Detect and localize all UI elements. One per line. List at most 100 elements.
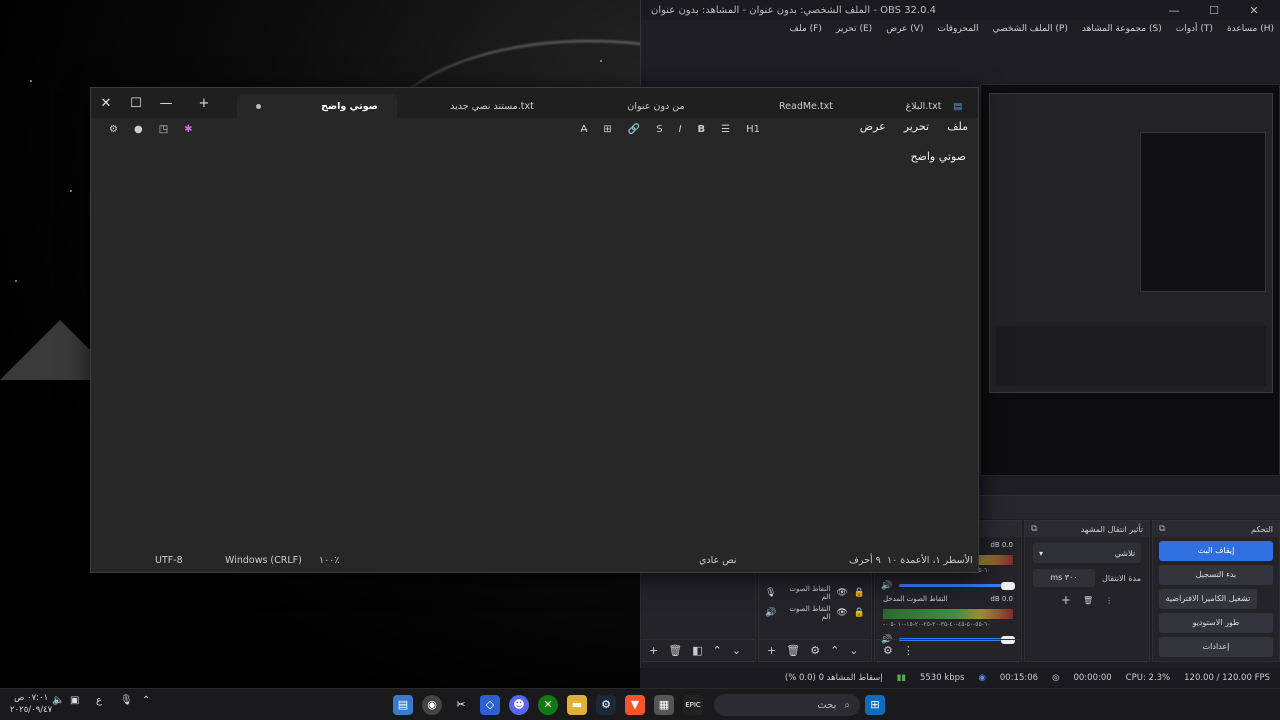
menu-profile[interactable]: الملف الشخصي (P) bbox=[993, 24, 1068, 34]
file-explorer-icon[interactable]: ▬ bbox=[567, 695, 587, 715]
dock-float-icon[interactable]: ⧉ bbox=[1159, 524, 1165, 534]
filter-icon[interactable]: ◧ bbox=[692, 644, 702, 657]
menu-tools[interactable]: أدوات (T) bbox=[1176, 24, 1213, 34]
volume-icon[interactable]: 🔈 bbox=[52, 695, 64, 706]
move-up-icon[interactable]: ⌃ bbox=[713, 644, 722, 657]
link-icon[interactable]: 🔗 bbox=[628, 124, 640, 135]
source-label: التقاط الصوت الم bbox=[789, 585, 831, 601]
lock-icon[interactable]: 🔒 bbox=[854, 588, 865, 598]
store-icon[interactable]: ▦ bbox=[654, 695, 674, 715]
trash-icon[interactable]: 🗑 bbox=[668, 644, 682, 657]
chevron-up-icon[interactable]: ⌃ bbox=[142, 695, 150, 706]
mixer-settings-icon[interactable]: ⚙ bbox=[883, 644, 893, 657]
start-button[interactable]: ⊞ bbox=[865, 695, 885, 715]
account-icon[interactable]: ● bbox=[134, 124, 143, 135]
zoom-level[interactable]: ١٠٠٪ bbox=[319, 555, 339, 566]
italic-icon[interactable]: I bbox=[679, 124, 682, 135]
menu-help[interactable]: مساعدة (H) bbox=[1227, 24, 1274, 34]
start-recording-button[interactable]: بدء التسجيل bbox=[1159, 565, 1273, 585]
minimize-icon[interactable]: — bbox=[151, 96, 181, 111]
capcut-icon[interactable]: ✂ bbox=[451, 695, 471, 715]
add-icon[interactable]: + bbox=[649, 644, 658, 657]
notepad-taskbar-icon[interactable]: ▤ bbox=[393, 695, 413, 715]
tab-readme[interactable]: ReadMe.txt bbox=[731, 94, 881, 118]
menu-edit[interactable]: تحرير (E) bbox=[836, 24, 872, 34]
menu-file[interactable]: ملف (F) bbox=[790, 24, 822, 34]
steam-icon[interactable]: ⚙ bbox=[596, 695, 616, 715]
mixer-track-db: 0.0 dB bbox=[990, 541, 1013, 549]
bold-icon[interactable]: B bbox=[698, 124, 706, 135]
line-ending[interactable]: Windows (CRLF) bbox=[225, 555, 302, 566]
maximize-icon[interactable]: ☐ bbox=[1194, 4, 1234, 17]
add-icon[interactable]: + bbox=[767, 644, 776, 657]
source-item[interactable]: 🔒 👁 التقاط الصوت الم 🎙 bbox=[759, 583, 871, 603]
start-virtual-camera-button[interactable]: تشغيل الكاميرا الافتراضية bbox=[1159, 589, 1257, 609]
editor-content[interactable]: صوتي واضح bbox=[910, 150, 966, 163]
menu-view[interactable]: عرض (V) bbox=[886, 24, 923, 34]
char-count: ٩ أحرف bbox=[849, 555, 881, 566]
move-down-icon[interactable]: ⌄ bbox=[732, 644, 741, 657]
menu-scene-collection[interactable]: مجموعة المشاهد (S) bbox=[1082, 24, 1162, 34]
language-indicator[interactable]: ع bbox=[96, 695, 102, 706]
transition-select[interactable]: تلاشي ▾ bbox=[1033, 543, 1141, 563]
brave-icon[interactable]: ▼ bbox=[625, 695, 645, 715]
stop-streaming-button[interactable]: إيقاف البث bbox=[1159, 541, 1273, 561]
roblox-icon[interactable]: ◇ bbox=[480, 695, 500, 715]
menu-view[interactable]: عرض bbox=[860, 120, 886, 133]
obs-taskbar-icon[interactable]: ◉ bbox=[422, 695, 442, 715]
move-up-icon[interactable]: ⌃ bbox=[830, 644, 839, 657]
text-format[interactable]: نص عادي bbox=[699, 555, 737, 566]
list-icon[interactable]: ☰ bbox=[721, 124, 730, 135]
xbox-icon[interactable]: ✕ bbox=[538, 695, 558, 715]
add-icon[interactable]: + bbox=[1061, 593, 1071, 607]
minimize-icon[interactable]: — bbox=[1154, 4, 1194, 17]
menu-file[interactable]: ملف bbox=[947, 120, 968, 133]
discord-icon[interactable]: ☻ bbox=[509, 695, 529, 715]
menu-docks[interactable]: المحروقات bbox=[937, 24, 978, 34]
dock-float-icon[interactable]: ⧉ bbox=[1031, 524, 1037, 534]
source-item[interactable]: 🔒 👁 التقاط الصوت الم 🔊 bbox=[759, 603, 871, 623]
system-clock[interactable]: ٠٧:٠١ ص ٢٠٢٥/٠٩/٤٧ bbox=[10, 692, 52, 716]
tab-new-text-doc[interactable]: مستند نصي جديد.txt bbox=[417, 94, 567, 118]
network-icon[interactable]: ▣ bbox=[70, 695, 79, 706]
heading-icon[interactable]: H1 bbox=[746, 124, 760, 135]
trash-icon[interactable]: 🗑 bbox=[786, 644, 800, 657]
more-icon[interactable]: ⋮ bbox=[903, 644, 914, 657]
eye-icon[interactable]: 👁 bbox=[836, 608, 847, 618]
new-tab-icon[interactable]: + bbox=[189, 96, 219, 111]
gear-icon[interactable]: ⚙ bbox=[109, 124, 118, 135]
trash-icon[interactable]: 🗑 bbox=[1083, 596, 1093, 605]
controls-dock-title: التحكم bbox=[1251, 524, 1273, 534]
eye-icon[interactable]: 👁 bbox=[836, 588, 847, 598]
taskbar-search[interactable]: بحث ⌕ bbox=[714, 694, 860, 716]
microphone-icon[interactable]: 🎙 bbox=[120, 695, 133, 706]
menu-edit[interactable]: تحرير bbox=[904, 120, 929, 133]
copilot-icon[interactable]: ✱ bbox=[184, 124, 192, 135]
obs-preview-canvas[interactable] bbox=[980, 84, 1280, 476]
spellcheck-icon[interactable]: A̶ bbox=[581, 124, 588, 135]
tab-untitled[interactable]: من دون عنوان bbox=[581, 94, 731, 118]
wallpaper-star bbox=[600, 60, 602, 62]
more-icon[interactable]: ⋮ bbox=[1105, 596, 1113, 605]
feedback-icon[interactable]: ◳ bbox=[159, 124, 168, 135]
studio-mode-button[interactable]: طور الاستوديو bbox=[1159, 613, 1273, 633]
encoding[interactable]: UTF-8 bbox=[155, 555, 183, 566]
strikethrough-icon[interactable]: S bbox=[656, 124, 662, 135]
volume-slider-knob[interactable] bbox=[1001, 582, 1015, 590]
gear-icon[interactable]: ⚙ bbox=[810, 644, 820, 657]
table-icon[interactable]: ⊞ bbox=[603, 124, 611, 135]
move-down-icon[interactable]: ⌄ bbox=[849, 644, 858, 657]
notepad-editor[interactable]: صوتي واضح bbox=[91, 140, 978, 550]
tab-clear-voice[interactable]: صوتي واضح bbox=[237, 94, 397, 118]
transition-duration-input[interactable]: ٣٠٠ ms bbox=[1033, 569, 1095, 587]
epic-games-icon[interactable]: EPIC bbox=[683, 695, 703, 715]
lock-icon[interactable]: 🔒 bbox=[854, 608, 865, 618]
settings-button[interactable]: إعدادات bbox=[1159, 637, 1273, 657]
speaker-icon[interactable]: 🔊 bbox=[881, 581, 892, 591]
close-icon[interactable]: ✕ bbox=[91, 96, 121, 111]
obs-titlebar: الملف الشخصي: بدون عنوان - المشاهد: بدون… bbox=[641, 0, 1280, 20]
volume-slider[interactable] bbox=[899, 584, 1013, 587]
close-icon[interactable]: ✕ bbox=[1234, 4, 1274, 17]
maximize-icon[interactable]: ☐ bbox=[121, 96, 151, 111]
tab-report[interactable]: البلاغ.txt ▤ bbox=[891, 94, 977, 118]
